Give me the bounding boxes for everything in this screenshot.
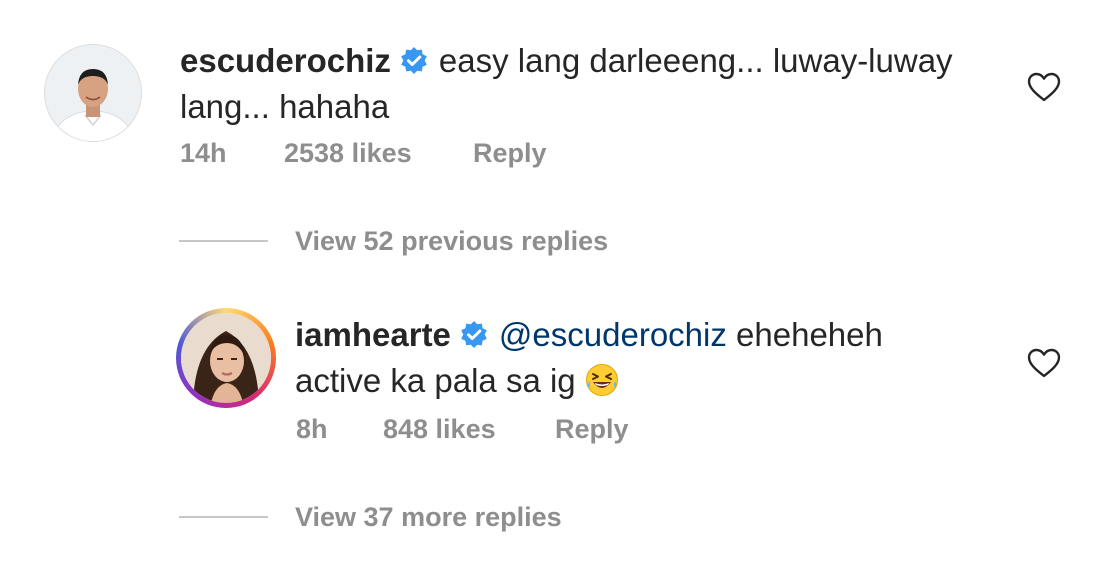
avatar[interactable] bbox=[44, 44, 142, 142]
comment-body-line2: lang... hahaha bbox=[180, 88, 390, 125]
comment-text: iamhearte @escuderochiz eheheheh active k… bbox=[295, 314, 1015, 407]
comment-body-line1: eheheheh bbox=[726, 316, 883, 353]
comment-username[interactable]: iamhearte bbox=[295, 316, 451, 353]
comment-body-line2: active ka pala sa ig bbox=[295, 362, 576, 399]
mention-link[interactable]: @escuderochiz bbox=[499, 316, 727, 353]
comment-text: escuderochiz easy lang darleeeng... luway… bbox=[180, 40, 1000, 128]
comment-body-line1: easy lang darleeeng... luway-luway bbox=[438, 42, 953, 79]
comment-time: 14h bbox=[180, 138, 227, 168]
comment-likes[interactable]: 2538 likes bbox=[284, 138, 412, 169]
comment-username[interactable]: escuderochiz bbox=[180, 42, 391, 79]
avatar-photo bbox=[45, 45, 141, 141]
comment-likes[interactable]: 848 likes bbox=[383, 414, 496, 445]
avatar-photo bbox=[181, 313, 271, 403]
reply-button[interactable]: Reply bbox=[555, 414, 629, 445]
avatar bbox=[181, 313, 271, 403]
comment-meta: 14h 2538 likes Reply bbox=[0, 138, 700, 172]
verified-badge-icon bbox=[459, 318, 489, 360]
reply-button[interactable]: Reply bbox=[473, 138, 547, 169]
heart-outline-icon[interactable] bbox=[1027, 72, 1061, 102]
avatar-story-ring[interactable] bbox=[176, 308, 276, 408]
replies-divider bbox=[179, 516, 268, 518]
grinning-squinting-face-emoji bbox=[585, 363, 619, 407]
heart-outline-icon[interactable] bbox=[1027, 348, 1061, 378]
view-previous-replies-button[interactable]: View 52 previous replies bbox=[295, 226, 608, 257]
comment-meta: 8h 848 likes Reply bbox=[0, 414, 700, 448]
comment-time: 8h bbox=[296, 414, 328, 444]
view-more-replies-button[interactable]: View 37 more replies bbox=[295, 502, 562, 533]
replies-divider bbox=[179, 240, 268, 242]
verified-badge-icon bbox=[399, 44, 429, 86]
